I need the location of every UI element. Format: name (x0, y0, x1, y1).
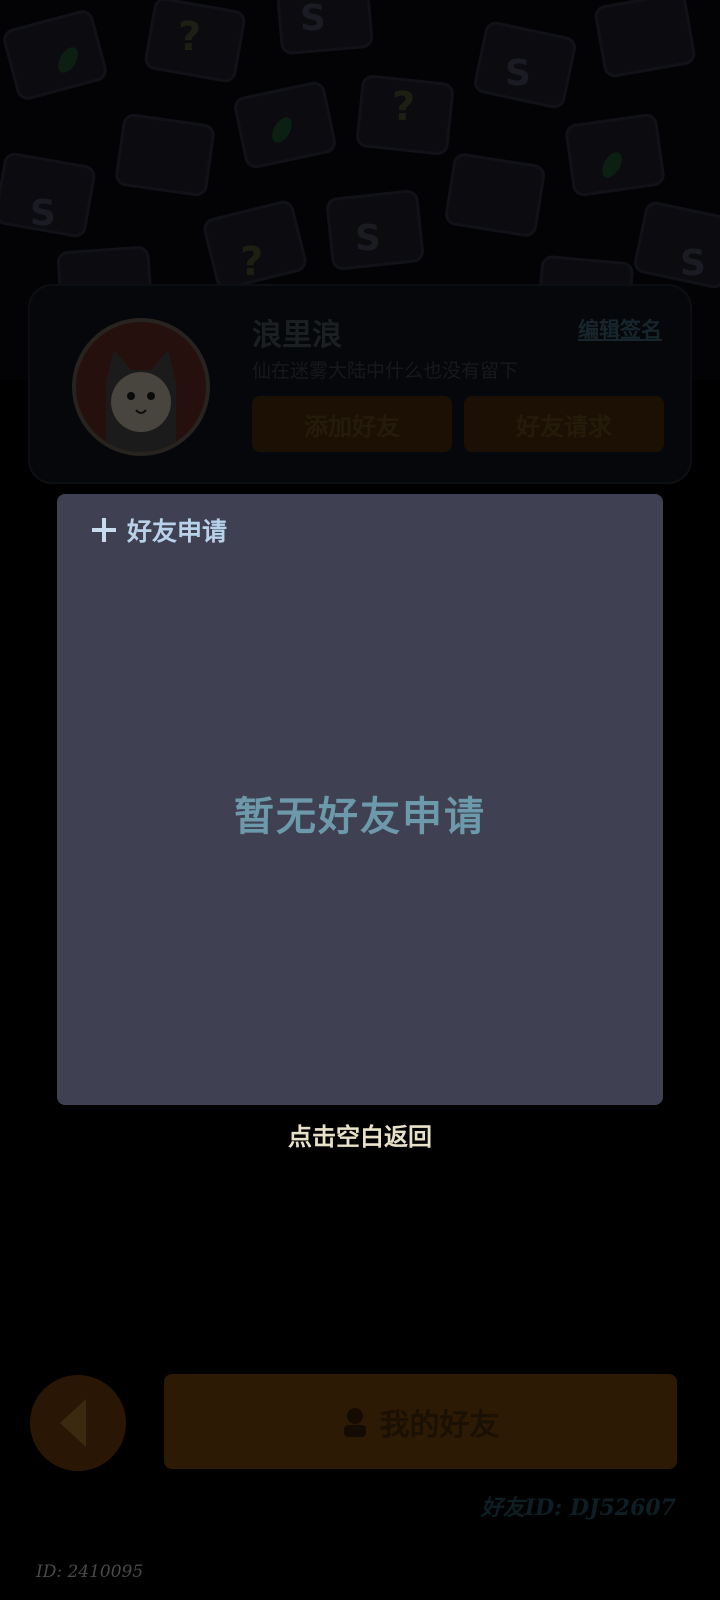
my-friends-label: 我的好友 (379, 1407, 500, 1443)
add-friend-button[interactable]: 添加好友 (252, 396, 452, 452)
friend-request-panel: 好友申请 暂无好友申请 (57, 494, 663, 1105)
profile-card: 浪里浪 编辑签名 仙在迷雾大陆中什么也没有留下 添加好友 好友请求 (28, 284, 692, 484)
signature-text: 仙在迷雾大陆中什么也没有留下 (252, 360, 519, 382)
my-friends-button[interactable]: 我的好友 (164, 1374, 677, 1469)
tap-blank-hint: 点击空白返回 (288, 1123, 432, 1151)
svg-text:?: ? (240, 239, 263, 285)
svg-text:S: S (300, 0, 326, 39)
back-button[interactable] (30, 1375, 126, 1471)
svg-text:S: S (505, 53, 531, 94)
panel-header[interactable]: 好友申请 (91, 512, 227, 548)
svg-text:S: S (30, 193, 56, 234)
back-arrow-icon (60, 1399, 86, 1447)
svg-text:S: S (680, 243, 706, 284)
empty-state-message: 暂无好友申请 (234, 793, 486, 840)
plus-icon (91, 517, 117, 543)
svg-text:S: S (355, 218, 381, 259)
friend-id-text: 好友ID: DJ52607 (480, 1495, 676, 1521)
user-id-text: ID: 2410095 (36, 1562, 144, 1582)
friend-requests-button[interactable]: 好友请求 (464, 396, 664, 452)
nickname: 浪里浪 (252, 318, 342, 353)
panel-title: 好友申请 (127, 517, 228, 546)
person-icon (343, 1407, 366, 1437)
svg-text:?: ? (392, 84, 415, 130)
svg-text:?: ? (178, 14, 201, 60)
cat-avatar-icon (78, 324, 204, 452)
edit-signature-link[interactable]: 编辑签名 (578, 314, 662, 344)
cat-avatar[interactable] (72, 318, 210, 456)
